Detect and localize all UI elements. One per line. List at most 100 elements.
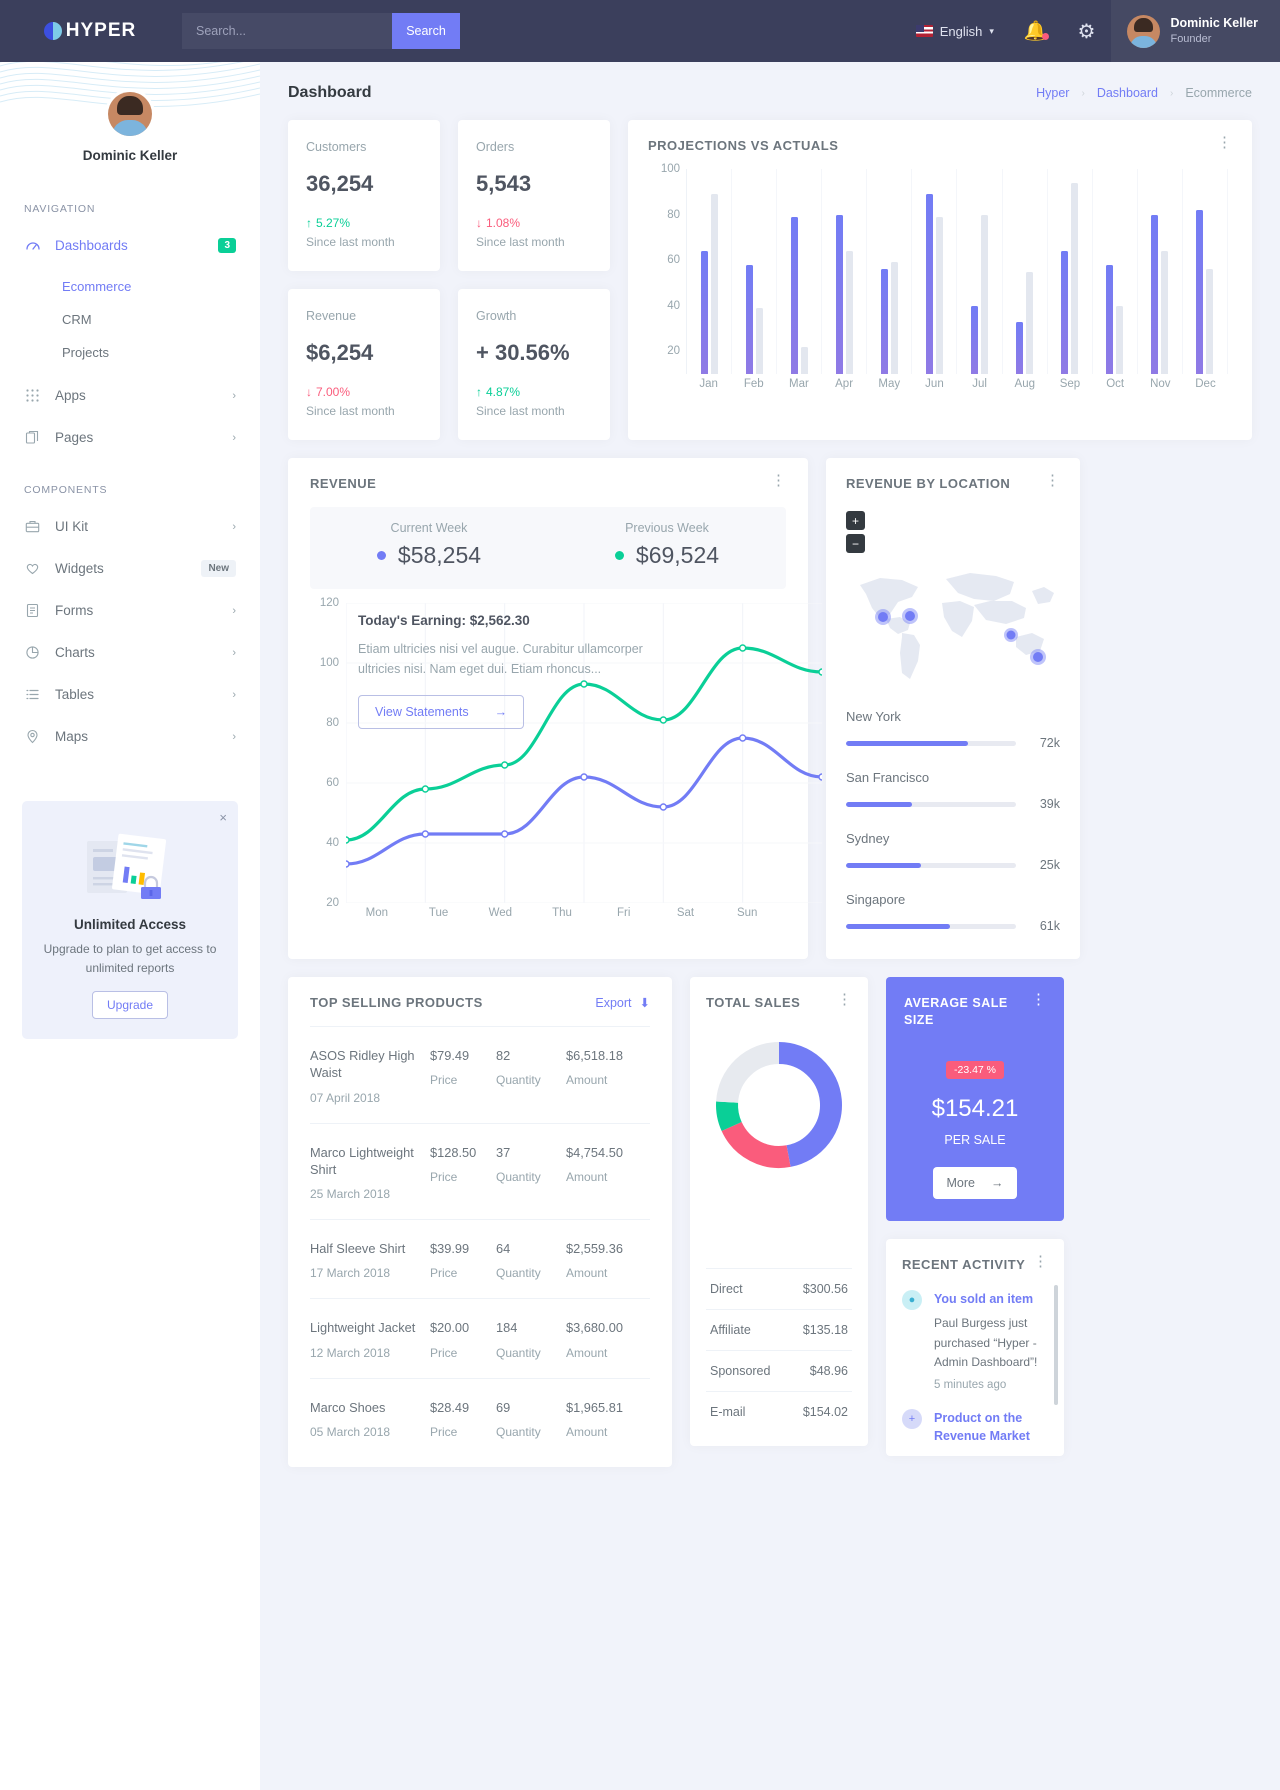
card-menu-button[interactable]: ⋮: [837, 992, 852, 1007]
more-label: More: [946, 1175, 975, 1190]
sidebar-item-widgets[interactable]: Widgets New: [0, 552, 260, 585]
breadcrumb-dashboard[interactable]: Dashboard: [1097, 86, 1158, 100]
breadcrumb-hyper[interactable]: Hyper: [1036, 86, 1069, 100]
product-date: 07 April 2018: [310, 1090, 381, 1105]
bar-group[interactable]: [1003, 169, 1048, 374]
bar-chart-x-label: Feb: [743, 378, 764, 390]
chevron-right-icon: ›: [232, 520, 236, 533]
sidebar-item-label: Charts: [55, 645, 95, 660]
line-chart-y-axis: 20 40 60 80 100 120: [310, 597, 346, 909]
sidebar-item-apps[interactable]: Apps ›: [0, 379, 260, 412]
product-quantity: 184: [496, 1320, 518, 1336]
line-chart-x-label: Fri: [617, 907, 631, 919]
table-row[interactable]: Half Sleeve Shirt 17 March 2018 $39.99 Pric…: [310, 1219, 650, 1298]
sidebar-item-ui-kit[interactable]: UI Kit ›: [0, 510, 260, 543]
language-label: English: [939, 23, 983, 39]
card-menu-button[interactable]: ⋮: [1033, 1254, 1048, 1269]
chevron-right-icon: ›: [232, 730, 236, 743]
bar-group[interactable]: [777, 169, 823, 374]
sales-value: $154.02: [802, 1405, 848, 1419]
card-menu-button[interactable]: ⋮: [1031, 992, 1046, 1007]
card-menu-button[interactable]: ⋮: [771, 473, 786, 488]
sidebar-item-projects[interactable]: Projects: [0, 337, 260, 367]
close-icon[interactable]: ×: [219, 810, 227, 825]
location-progress-track: [846, 862, 1016, 868]
bar: [1026, 271, 1034, 374]
bar-group[interactable]: [1048, 169, 1093, 374]
language-selector[interactable]: English ▾: [900, 24, 1010, 39]
column-price: Price: [430, 1424, 458, 1439]
table-row[interactable]: Lightweight Jacket 12 March 2018 $20.00 Pri…: [310, 1298, 650, 1377]
table-row[interactable]: Marco Shoes 05 March 2018 $28.49 Price 69 Qua…: [310, 1377, 650, 1457]
promo-title: Unlimited Access: [73, 917, 187, 932]
sidebar-item-forms[interactable]: Forms ›: [0, 594, 260, 627]
sidebar-item-pages[interactable]: Pages ›: [0, 421, 260, 454]
location-value: 39k: [1039, 797, 1060, 811]
revenue-line-chart: 20 40 60 80 100 120 Mon Tue Wed Thu Fri Sat Sun Tod…: [310, 597, 826, 943]
profile-menu[interactable]: Dominic Keller Founder: [1111, 0, 1280, 62]
sidebar-item-label: UI Kit: [55, 519, 89, 534]
sidebar-item-tables[interactable]: Tables ›: [0, 678, 260, 711]
week-summary: Current Week $58,254 Previous Week $69,5…: [310, 507, 786, 589]
stat-since: Since last month: [476, 404, 565, 418]
activity-scrollbar[interactable]: [1054, 1284, 1058, 1405]
world-map[interactable]: [846, 559, 1060, 689]
view-statements-button[interactable]: View Statements →: [358, 695, 525, 729]
topbar-right: English ▾ 🔔 ⚙ Dominic Keller Founder: [900, 0, 1280, 62]
stat-label: Revenue: [306, 309, 357, 323]
nav-section-components: COMPONENTS: [24, 484, 108, 496]
upgrade-button[interactable]: Upgrade: [91, 991, 169, 1020]
table-row[interactable]: ASOS Ridley High Waist 07 April 2018 $79.4…: [310, 1026, 650, 1123]
settings-button[interactable]: ⚙: [1062, 19, 1112, 44]
bar: [981, 214, 988, 374]
sidebar: Dominic Keller NAVIGATION Dashboards 3 E…: [0, 62, 260, 1790]
search-input[interactable]: [182, 13, 392, 49]
more-button[interactable]: More →: [932, 1166, 1018, 1199]
current-week-value-wrap: $58,254: [310, 542, 548, 569]
sidebar-item-ecommerce[interactable]: Ecommerce: [0, 271, 260, 301]
bar-group[interactable]: [822, 169, 868, 374]
card-menu-button[interactable]: ⋮: [1045, 473, 1060, 488]
zoom-in-button[interactable]: +: [846, 511, 865, 530]
sidebar-item-dashboards[interactable]: Dashboards 3: [0, 229, 260, 262]
table-row[interactable]: Marco Lightweight Shirt 25 March 2018 $128…: [310, 1122, 650, 1220]
map-pin-icon: [24, 729, 41, 744]
bar-group[interactable]: [957, 169, 1003, 374]
column-quantity: Quantity: [496, 1073, 541, 1088]
logo[interactable]: HYPER: [0, 20, 180, 42]
bar: [1116, 305, 1124, 374]
bar-group[interactable]: [1138, 169, 1183, 374]
product-price: $39.99: [430, 1241, 470, 1257]
bar: [1106, 264, 1114, 374]
bar-chart-x-label: Nov: [1150, 378, 1171, 390]
sidebar-item-charts[interactable]: Charts ›: [0, 636, 260, 669]
bar: [971, 305, 978, 374]
sidebar-item-crm[interactable]: CRM: [0, 304, 260, 334]
bar-group[interactable]: [867, 169, 913, 374]
product-quantity: 82: [496, 1048, 511, 1063]
activity-item[interactable]: + Product on the Revenue Market: [902, 1409, 1048, 1445]
form-icon: [24, 603, 41, 618]
bar-group[interactable]: [687, 169, 733, 374]
notifications-button[interactable]: 🔔: [1010, 19, 1062, 43]
bar-group[interactable]: [912, 169, 958, 374]
bar-chart-tick: 80: [667, 208, 680, 221]
sidebar-item-label: Pages: [55, 430, 94, 445]
bar-group[interactable]: [732, 169, 778, 374]
sidebar-user[interactable]: Dominic Keller: [0, 92, 260, 163]
card-menu-button[interactable]: ⋮: [1217, 135, 1232, 150]
sidebar-item-maps[interactable]: Maps ›: [0, 720, 260, 753]
bar-group[interactable]: [1183, 169, 1228, 374]
sales-label: Sponsored: [710, 1364, 771, 1378]
stat-delta: ↓ 7.00%: [306, 385, 422, 399]
product-amount: $4,754.50: [566, 1144, 623, 1160]
previous-week-value: $69,524: [635, 542, 720, 568]
activity-item[interactable]: ● You sold an item Paul Burgess just pur…: [902, 1289, 1048, 1391]
column-price: Price: [430, 1345, 458, 1360]
export-button[interactable]: Export ⬇: [595, 995, 650, 1011]
total-sales-legend: Direct $300.56 Affiliate $135.18 Sponsored $4…: [706, 1268, 852, 1432]
stat-label: Customers: [306, 140, 367, 154]
zoom-out-button[interactable]: −: [846, 534, 865, 553]
search-button[interactable]: Search: [392, 13, 460, 49]
bar-group[interactable]: [1093, 169, 1138, 374]
